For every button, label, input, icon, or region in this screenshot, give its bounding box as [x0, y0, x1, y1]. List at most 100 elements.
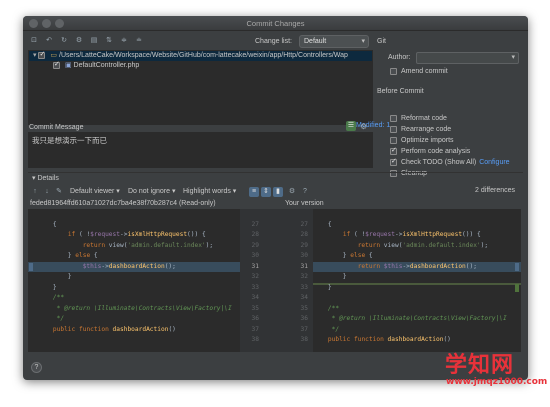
help-button[interactable]: ? — [31, 362, 42, 373]
file-name: DefaultController.php — [73, 62, 140, 69]
edit-source-icon[interactable]: ✎ — [54, 187, 64, 197]
changes-toolbar: ⊡ ↶ ↻ ⚙ ▤ ⇅ ≑ ≐ — [29, 36, 144, 48]
left-code-pane[interactable]: { if ( !$request->isXmlHttpRequest()) { … — [38, 209, 240, 352]
right-code-pane[interactable]: { if ( !$request->isXmlHttpRequest()) { … — [313, 209, 513, 352]
left-line-number: 31 — [251, 262, 259, 270]
left-line-number: 27 — [251, 220, 259, 228]
code-line: */ — [313, 325, 340, 333]
option-checkbox[interactable] — [390, 146, 397, 156]
diff-icon[interactable]: ⊡ — [29, 36, 39, 46]
code-line: if ( !$request->isXmlHttpRequest()) { — [342, 231, 481, 238]
author-label: Author: — [388, 54, 411, 61]
amend-commit-option[interactable]: Amend commit — [390, 67, 448, 77]
git-section-label: Git — [377, 38, 386, 45]
changelist-select[interactable]: Default ▾ — [299, 35, 369, 48]
watermark-logo: 学知网 www.jmqz1000.com — [437, 343, 547, 403]
before-commit-option[interactable]: Rearrange code — [390, 125, 451, 135]
tree-folder-row[interactable]: ▾ ▭ /Users/LatteCake/Workspace/Website/G… — [29, 51, 372, 61]
commit-message-input[interactable]: 我只是想演示一下而已 — [28, 132, 373, 168]
line-number-gutter: 27 27 28 28 29 29 30 30 31 31 32 32 33 33 34 34 35 35 36 36… — [240, 209, 313, 352]
details-header[interactable]: ▾ Details — [28, 172, 523, 182]
expand-all-icon[interactable]: ≑ — [119, 36, 129, 46]
title-bar: Commit Changes — [23, 16, 528, 31]
sync-scroll-icon[interactable]: ⇕ — [261, 187, 271, 197]
code-line: } — [38, 273, 72, 280]
author-input[interactable]: ▾ — [416, 52, 519, 64]
watermark-title: 学知网 — [445, 353, 515, 378]
spellcheck-settings-icon[interactable]: ⚙ — [360, 122, 369, 131]
settings-icon[interactable]: ⚙ — [74, 36, 84, 46]
commit-changes-dialog: Commit Changes ⊡ ↶ ↻ ⚙ ▤ ⇅ ≑ ≐ Change li… — [23, 16, 528, 380]
group-icon[interactable]: ▤ — [89, 36, 99, 46]
left-line-number: 32 — [251, 273, 259, 280]
right-line-number: 31 — [300, 262, 308, 270]
before-commit-option[interactable]: Perform code analysis — [390, 146, 470, 157]
code-line: */ — [38, 315, 65, 322]
code-line: $this->dashboardAction(); — [82, 262, 176, 270]
code-line: { — [313, 220, 332, 228]
lock-icon[interactable]: ▮ — [273, 187, 283, 197]
expand-arrow-icon[interactable]: ▾ — [33, 52, 37, 59]
collapse-unchanged-icon[interactable]: ≡ — [249, 187, 259, 197]
option-checkbox[interactable] — [390, 136, 397, 144]
differences-count: 2 differences — [475, 187, 515, 194]
amend-commit-checkbox[interactable] — [390, 67, 397, 75]
window-title: Commit Changes — [246, 19, 305, 28]
next-diff-icon[interactable]: ↓ — [42, 187, 52, 197]
changelist-label: Change list: — [255, 38, 292, 45]
right-line-number: 37 — [300, 325, 308, 333]
file-checkbox[interactable] — [53, 61, 60, 70]
revert-icon[interactable]: ↶ — [44, 36, 54, 46]
left-line-number: 36 — [251, 315, 259, 322]
watermark-url: www.jmqz1000.com — [446, 377, 548, 387]
code-line: /** — [38, 294, 65, 301]
option-label: Rearrange code — [401, 126, 452, 133]
right-pane-title: Your version — [285, 200, 324, 207]
diff-toolbar: ↑ ↓ ✎ Default viewer ▾ Do not ignore ▾ H… — [28, 186, 523, 199]
viewer-dropdown[interactable]: Default viewer ▾ — [70, 186, 120, 198]
left-line-number: 33 — [251, 283, 259, 291]
before-commit-option[interactable]: Reformat code — [390, 114, 447, 124]
code-line: } — [38, 283, 57, 291]
before-commit-label: Before Commit — [377, 88, 424, 95]
configure-link[interactable]: Configure — [479, 159, 509, 166]
move-icon[interactable]: ⇅ — [104, 36, 114, 46]
option-checkbox[interactable] — [390, 157, 397, 167]
diff-settings-icon[interactable]: ⚙ — [287, 187, 297, 197]
left-line-number: 28 — [251, 231, 259, 238]
right-line-number: 29 — [300, 241, 308, 249]
code-line: } — [313, 283, 332, 291]
right-line-number: 27 — [300, 220, 308, 228]
right-line-number: 30 — [300, 252, 308, 259]
collapse-all-icon[interactable]: ≐ — [134, 36, 144, 46]
commit-message-history-icon[interactable]: ☰ — [346, 121, 356, 131]
highlight-dropdown[interactable]: Highlight words ▾ — [183, 186, 236, 198]
whitespace-dropdown[interactable]: Do not ignore ▾ — [128, 186, 176, 198]
details-label: ▾ Details — [32, 175, 59, 182]
code-line: * @return \Illuminate\Contracts\View\Fac… — [38, 304, 232, 312]
code-line: /** — [313, 304, 340, 312]
diff-editor[interactable]: { if ( !$request->isXmlHttpRequest()) { … — [28, 209, 521, 352]
refresh-icon[interactable]: ↻ — [59, 36, 69, 46]
prev-diff-icon[interactable]: ↑ — [30, 187, 40, 197]
code-line: } else { — [313, 252, 373, 259]
code-line: return view('admin.default.index'); — [82, 241, 214, 249]
before-commit-option[interactable]: Check TODO (Show All)Configure — [390, 157, 510, 168]
left-line-number: 37 — [251, 325, 259, 333]
left-line-number: 34 — [251, 294, 259, 301]
right-line-number: 28 — [300, 231, 308, 238]
right-line-number: 38 — [300, 336, 308, 343]
option-checkbox[interactable] — [390, 125, 397, 133]
right-line-number: 36 — [300, 315, 308, 322]
right-insert-side-marker — [515, 284, 519, 292]
help-icon[interactable]: ? — [300, 187, 310, 197]
code-line: } else { — [38, 252, 98, 259]
before-commit-option[interactable]: Optimize imports — [390, 136, 454, 146]
option-checkbox[interactable] — [390, 114, 397, 122]
folder-checkbox[interactable] — [38, 51, 46, 60]
tree-file-row[interactable]: ▣ DefaultController.php — [29, 61, 372, 71]
amend-commit-label: Amend commit — [401, 68, 448, 75]
option-label: Reformat code — [401, 115, 447, 122]
